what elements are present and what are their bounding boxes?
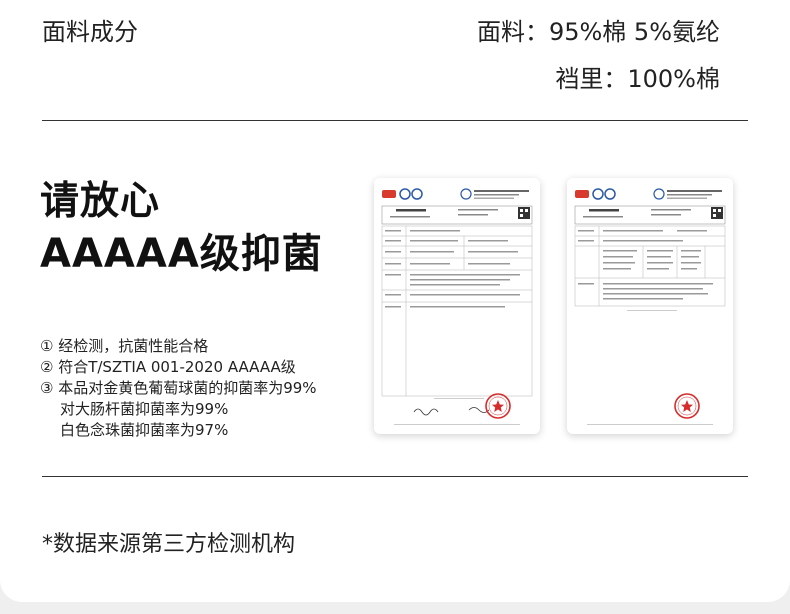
test-report-image-2 <box>567 178 733 434</box>
fabric-composition: 面料：95%棉 5%氨纶 <box>476 18 720 46</box>
feature-item: ② 符合T/SZTIA 001-2020 AAAAA级 <box>40 358 296 376</box>
cnas-logo-icon <box>411 188 423 200</box>
qr-code-icon <box>518 207 530 219</box>
ilac-logo-icon <box>399 188 411 200</box>
feature-item-sub: 白色念珠菌抑菌率为97% <box>60 421 229 439</box>
lab-logo-icon <box>460 188 472 200</box>
lab-logo-icon <box>653 188 665 200</box>
cma-logo-icon <box>382 190 396 198</box>
headline-line1: 请放心 <box>40 179 161 224</box>
qr-code-icon <box>711 207 723 219</box>
ilac-logo-icon <box>592 188 604 200</box>
signature-icon <box>413 408 439 416</box>
lining-composition: 裆里：100%棉 <box>555 65 720 93</box>
headline: 请放心 AAAAA级抑菌 <box>40 176 323 280</box>
divider-top <box>42 120 748 121</box>
feature-item-sub: 对大肠杆菌抑菌率为99% <box>60 400 229 418</box>
cma-logo-icon <box>575 190 589 198</box>
fabric-label: 面料成分 <box>42 18 138 46</box>
feature-item: ① 经检测，抗菌性能合格 <box>40 337 209 355</box>
divider-bottom <box>42 476 748 477</box>
headline-line2: AAAAA级抑菌 <box>40 231 323 277</box>
feature-list: ① 经检测，抗菌性能合格 ② 符合T/SZTIA 001-2020 AAAAA级… <box>40 336 317 441</box>
cnas-logo-icon <box>604 188 616 200</box>
feature-item: ③ 本品对金黄色葡萄球菌的抑菌率为99% <box>40 379 317 397</box>
page-card: 面料成分 面料：95%棉 5%氨纶 裆里：100%棉 请放心 AAAAA级抑菌 … <box>0 0 790 602</box>
data-source-note: *数据来源第三方检测机构 <box>42 532 296 557</box>
test-report-image-1 <box>374 178 540 434</box>
